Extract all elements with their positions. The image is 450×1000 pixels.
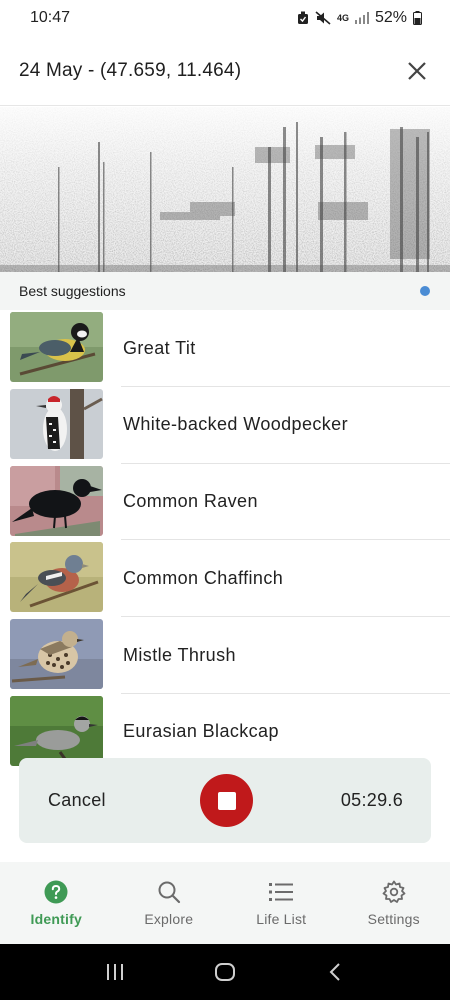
system-navigation-bar xyxy=(0,944,450,1000)
battery-icon xyxy=(413,11,422,25)
nav-label: Explore xyxy=(144,911,194,927)
status-dot xyxy=(420,286,430,296)
status-icons: 4G 52% xyxy=(297,9,422,27)
list-icon xyxy=(268,879,294,905)
recent-apps-icon xyxy=(107,964,123,980)
nav-label: Life List xyxy=(256,911,307,927)
species-name: White-backed Woodpecker xyxy=(123,414,348,435)
species-list: Great Tit White-backed Woodpecker Common… xyxy=(0,310,450,771)
spectrogram[interactable] xyxy=(0,107,450,272)
app-root: 10:47 4G 52% 24 May - (47.659, 11.464) B… xyxy=(0,0,450,1000)
close-button[interactable] xyxy=(402,56,432,86)
recording-panel: Cancel 05:29.6 xyxy=(19,758,431,843)
vpn-icon xyxy=(297,11,309,25)
nav-life-list[interactable]: Life List xyxy=(225,862,338,944)
back-button[interactable] xyxy=(320,957,350,987)
thrush-photo xyxy=(10,619,103,690)
signal-icon xyxy=(354,12,369,24)
species-name: Common Raven xyxy=(123,491,258,512)
home-icon xyxy=(215,963,235,981)
list-item[interactable]: Great Tit xyxy=(0,310,450,387)
suggestions-heading: Best suggestions xyxy=(19,283,126,299)
woodpecker-photo xyxy=(10,388,103,459)
close-icon xyxy=(408,61,426,80)
battery-percent: 52% xyxy=(374,9,407,26)
page-title: 24 May - (47.659, 11.464) xyxy=(19,59,242,81)
nav-identify[interactable]: Identify xyxy=(0,862,113,944)
species-name: Great Tit xyxy=(123,337,196,358)
mute-icon xyxy=(315,11,331,25)
status-bar: 10:47 4G 52% xyxy=(0,0,450,36)
recording-header: 24 May - (47.659, 11.464) xyxy=(0,36,450,106)
cancel-button[interactable]: Cancel xyxy=(48,790,106,811)
back-icon xyxy=(329,963,340,981)
list-item[interactable]: Common Chaffinch xyxy=(0,540,450,618)
nav-label: Settings xyxy=(367,911,420,927)
great-tit-photo xyxy=(10,312,103,382)
home-button[interactable] xyxy=(210,957,240,987)
list-item[interactable]: Mistle Thrush xyxy=(0,617,450,694)
stop-recording-button[interactable] xyxy=(200,774,253,827)
spectrogram-image xyxy=(0,107,450,272)
bottom-navigation: Identify Explore Life List Settings xyxy=(0,862,450,944)
species-name: Common Chaffinch xyxy=(123,567,284,588)
status-time: 10:47 xyxy=(30,9,71,26)
stop-icon xyxy=(217,791,236,810)
list-item[interactable]: White-backed Woodpecker xyxy=(0,387,450,464)
list-item[interactable]: Common Raven xyxy=(0,464,450,541)
gear-icon xyxy=(381,879,407,905)
nav-settings[interactable]: Settings xyxy=(338,862,450,944)
search-icon xyxy=(156,879,182,905)
raven-photo xyxy=(10,465,103,536)
blackcap-photo xyxy=(10,695,103,766)
network-type: 4G xyxy=(336,13,349,23)
question-circle-icon xyxy=(43,879,69,905)
recording-timer: 05:29.6 xyxy=(340,790,403,810)
species-name: Mistle Thrush xyxy=(123,644,236,665)
recent-apps-button[interactable] xyxy=(100,957,130,987)
chaffinch-photo xyxy=(10,542,103,613)
nav-explore[interactable]: Explore xyxy=(113,862,226,944)
nav-label: Identify xyxy=(30,911,82,927)
suggestions-header: Best suggestions xyxy=(0,272,450,310)
